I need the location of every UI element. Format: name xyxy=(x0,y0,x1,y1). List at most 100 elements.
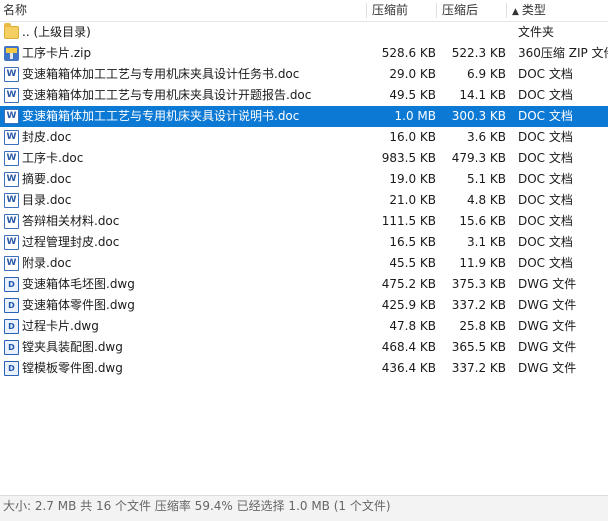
file-original-size xyxy=(366,22,436,43)
file-type: DOC 文档 xyxy=(518,172,573,186)
column-header: 名称 压缩前 压缩后 ▲ 类型 xyxy=(0,0,608,22)
file-compressed-size: 5.1 KB xyxy=(467,172,506,186)
file-row[interactable]: D 过程卡片.dwg 47.8 KB 25.8 KB DWG 文件 xyxy=(0,316,608,337)
file-compressed-size xyxy=(436,22,506,43)
dwg-file-icon: D xyxy=(4,361,19,376)
column-separator[interactable] xyxy=(366,3,367,18)
file-row[interactable]: D 变速箱体毛坯图.dwg 475.2 KB 375.3 KB DWG 文件 xyxy=(0,274,608,295)
file-compressed-size: 522.3 KB xyxy=(451,46,506,60)
file-compressed-size: 365.5 KB xyxy=(451,340,506,354)
file-icon-cell: W xyxy=(4,64,20,85)
file-row[interactable]: W 摘要.doc 19.0 KB 5.1 KB DOC 文档 xyxy=(0,169,608,190)
file-type: DOC 文档 xyxy=(518,67,573,81)
name-column-header[interactable]: 名称 xyxy=(3,0,27,21)
file-icon-cell: W xyxy=(4,148,20,169)
file-name: 镗夹具装配图.dwg xyxy=(22,340,123,354)
file-row[interactable]: W 答辩相关材料.doc 111.5 KB 15.6 KB DOC 文档 xyxy=(0,211,608,232)
file-type: DOC 文档 xyxy=(518,193,573,207)
file-name: 变速箱箱体加工工艺与专用机床夹具设计开题报告.doc xyxy=(22,88,312,102)
file-row[interactable]: W 封皮.doc 16.0 KB 3.6 KB DOC 文档 xyxy=(0,127,608,148)
status-bar: 大小: 2.7 MB 共 16 个文件 压缩率 59.4% 已经选择 1.0 M… xyxy=(0,495,608,521)
dwg-file-icon: D xyxy=(4,340,19,355)
file-original-size: 1.0 MB xyxy=(394,109,436,123)
file-compressed-size: 300.3 KB xyxy=(451,109,506,123)
file-compressed-size: 25.8 KB xyxy=(459,319,506,333)
file-compressed-size: 3.1 KB xyxy=(467,235,506,249)
file-name: 变速箱体零件图.dwg xyxy=(22,298,135,312)
file-row[interactable]: D 变速箱体零件图.dwg 425.9 KB 337.2 KB DWG 文件 xyxy=(0,295,608,316)
file-row[interactable]: D 镗夹具装配图.dwg 468.4 KB 365.5 KB DWG 文件 xyxy=(0,337,608,358)
doc-file-icon: W xyxy=(4,88,19,103)
file-original-size: 21.0 KB xyxy=(389,193,436,207)
file-name: 变速箱箱体加工工艺与专用机床夹具设计说明书.doc xyxy=(22,109,300,123)
file-icon-cell: W xyxy=(4,169,20,190)
compressed-size-column-header[interactable]: 压缩后 xyxy=(442,0,478,21)
doc-file-icon: W xyxy=(4,193,19,208)
file-icon-cell: D xyxy=(4,337,20,358)
file-compressed-size: 337.2 KB xyxy=(451,298,506,312)
file-type: DWG 文件 xyxy=(518,361,577,375)
file-row[interactable]: W 工序卡.doc 983.5 KB 479.3 KB DOC 文档 xyxy=(0,148,608,169)
file-name: 答辩相关材料.doc xyxy=(22,214,120,228)
dwg-file-icon: D xyxy=(4,298,19,313)
file-row[interactable]: W 变速箱箱体加工工艺与专用机床夹具设计任务书.doc 29.0 KB 6.9 KB D… xyxy=(0,64,608,85)
file-name: 镗模板零件图.dwg xyxy=(22,361,123,375)
file-original-size: 29.0 KB xyxy=(389,67,436,81)
dwg-file-icon: D xyxy=(4,319,19,334)
file-compressed-size: 375.3 KB xyxy=(451,277,506,291)
file-row[interactable]: W 过程管理封皮.doc 16.5 KB 3.1 KB DOC 文档 xyxy=(0,232,608,253)
file-row[interactable]: 工序卡片.zip 528.6 KB 522.3 KB 360压缩 ZIP 文件 xyxy=(0,43,608,64)
column-separator[interactable] xyxy=(436,3,437,18)
doc-file-icon: W xyxy=(4,151,19,166)
file-icon-cell: D xyxy=(4,358,20,379)
file-name: 封皮.doc xyxy=(22,130,72,144)
file-icon-cell: D xyxy=(4,295,20,316)
file-icon-cell: D xyxy=(4,274,20,295)
file-compressed-size: 337.2 KB xyxy=(451,361,506,375)
file-compressed-size: 6.9 KB xyxy=(467,67,506,81)
file-compressed-size: 4.8 KB xyxy=(467,193,506,207)
file-original-size: 475.2 KB xyxy=(381,277,436,291)
file-row[interactable]: D 镗模板零件图.dwg 436.4 KB 337.2 KB DWG 文件 xyxy=(0,358,608,379)
file-original-size: 16.0 KB xyxy=(389,130,436,144)
file-name: 过程管理封皮.doc xyxy=(22,235,120,249)
file-type: DWG 文件 xyxy=(518,298,577,312)
file-icon-cell: W xyxy=(4,127,20,148)
file-type: DOC 文档 xyxy=(518,256,573,270)
file-type: DWG 文件 xyxy=(518,340,577,354)
file-icon-cell: D xyxy=(4,316,20,337)
doc-file-icon: W xyxy=(4,67,19,82)
doc-file-icon: W xyxy=(4,109,19,124)
file-row[interactable]: W 变速箱箱体加工工艺与专用机床夹具设计开题报告.doc 49.5 KB 14.1 K… xyxy=(0,85,608,106)
type-column-header[interactable]: ▲ 类型 xyxy=(512,0,546,21)
folder-file-icon xyxy=(4,23,19,39)
file-row[interactable]: W 附录.doc 45.5 KB 11.9 KB DOC 文档 xyxy=(0,253,608,274)
file-original-size: 528.6 KB xyxy=(381,46,436,60)
file-type: 文件夹 xyxy=(518,25,555,39)
doc-file-icon: W xyxy=(4,235,19,250)
file-type: DOC 文档 xyxy=(518,130,573,144)
file-icon-cell: W xyxy=(4,85,20,106)
doc-file-icon: W xyxy=(4,256,19,271)
dwg-file-icon: D xyxy=(4,277,19,292)
file-name: 过程卡片.dwg xyxy=(22,319,99,333)
file-original-size: 425.9 KB xyxy=(381,298,436,312)
file-name: 目录.doc xyxy=(22,193,72,207)
file-compressed-size: 479.3 KB xyxy=(451,151,506,165)
file-type: DWG 文件 xyxy=(518,319,577,333)
file-type: DOC 文档 xyxy=(518,88,573,102)
file-name: 工序卡.doc xyxy=(22,151,84,165)
file-row[interactable]: W 目录.doc 21.0 KB 4.8 KB DOC 文档 xyxy=(0,190,608,211)
file-icon-cell xyxy=(4,43,20,64)
file-row[interactable]: W 变速箱箱体加工工艺与专用机床夹具设计说明书.doc 1.0 MB 300.3 KB… xyxy=(0,106,608,127)
file-compressed-size: 14.1 KB xyxy=(459,88,506,102)
file-list[interactable]: .. (上级目录) 文件夹 工序卡片.zip 528.6 KB 522.3 KB 360压… xyxy=(0,22,608,379)
file-original-size: 45.5 KB xyxy=(389,256,436,270)
file-type: DOC 文档 xyxy=(518,214,573,228)
packed-size-column-header[interactable]: 压缩前 xyxy=(372,0,408,21)
file-row[interactable]: .. (上级目录) 文件夹 xyxy=(0,22,608,43)
column-separator[interactable] xyxy=(506,3,507,18)
file-name: 摘要.doc xyxy=(22,172,72,186)
file-icon-cell: W xyxy=(4,232,20,253)
file-type: DOC 文档 xyxy=(518,235,573,249)
